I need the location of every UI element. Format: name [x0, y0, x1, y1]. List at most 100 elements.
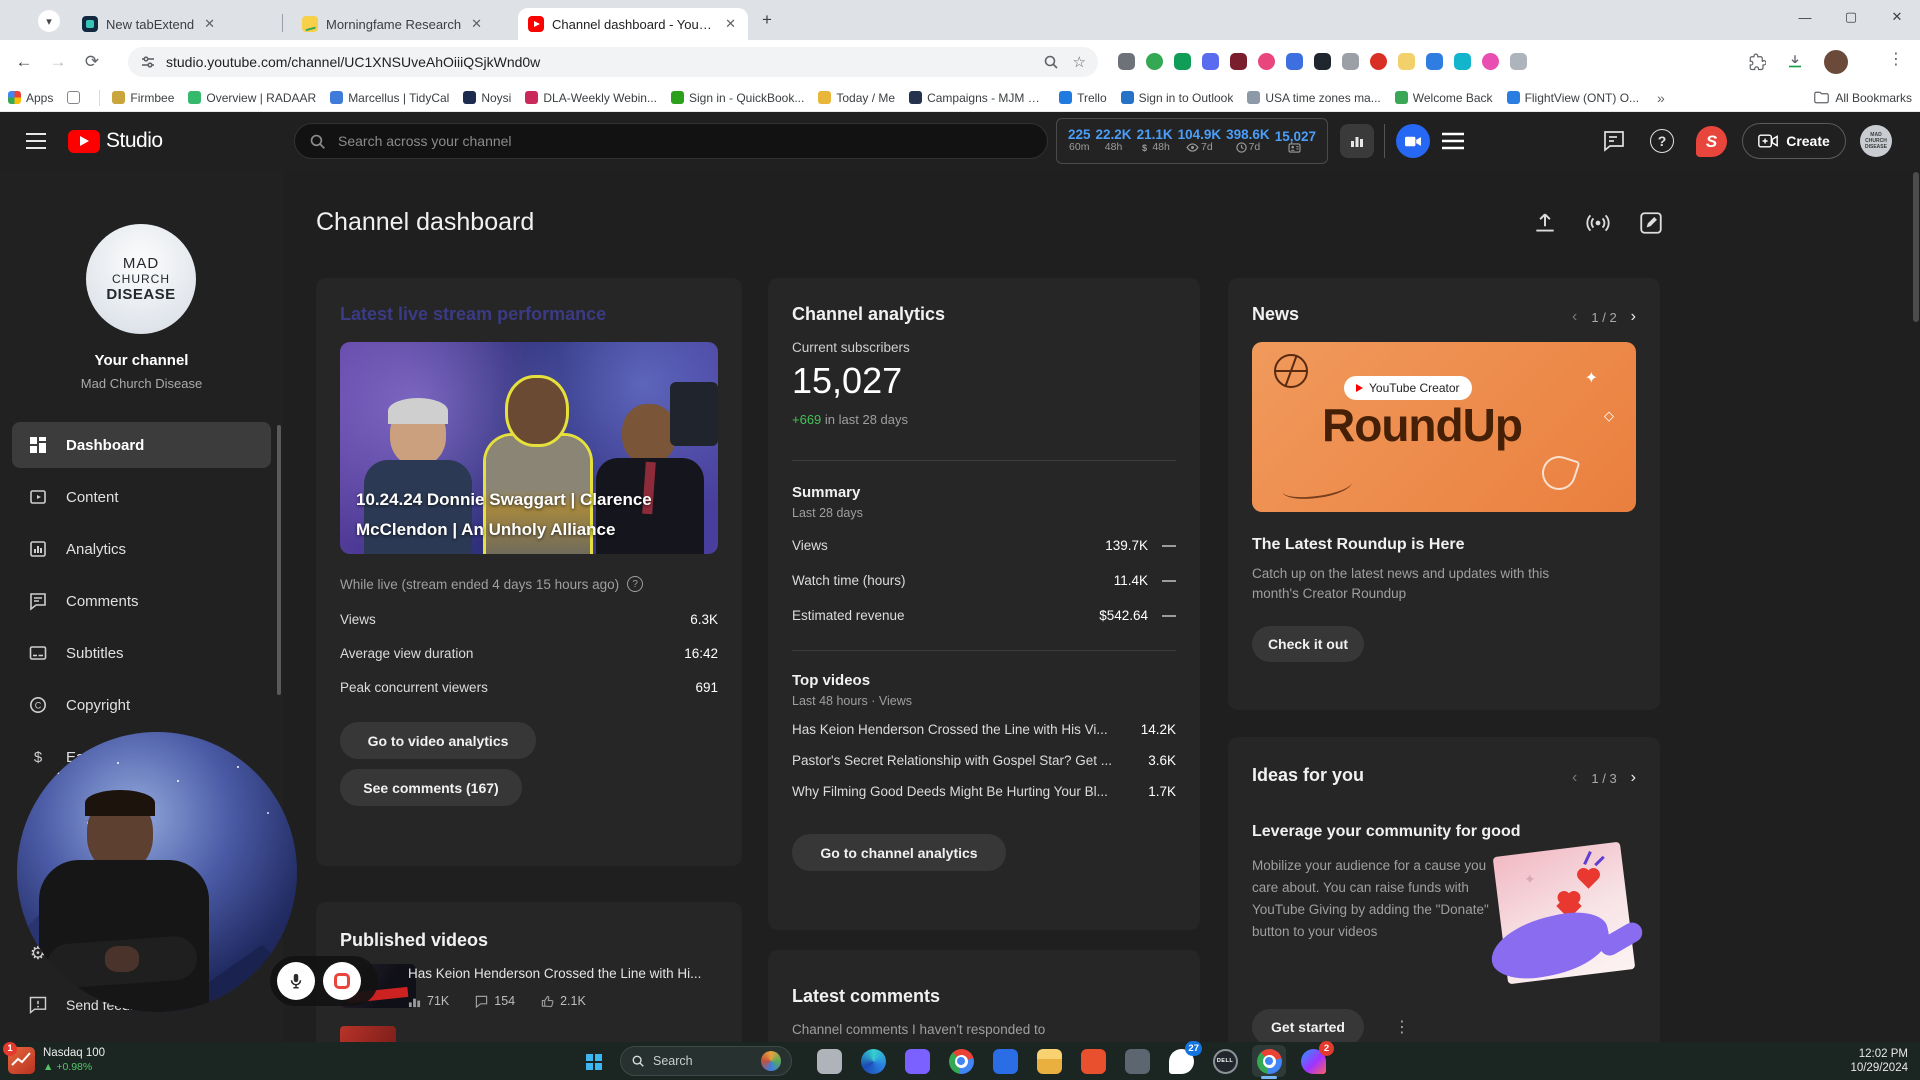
search-lens-icon[interactable]	[1043, 54, 1059, 70]
menu-hamburger-icon[interactable]	[26, 132, 46, 150]
bookmark-apps[interactable]: Apps	[8, 91, 53, 105]
extension-logo-button[interactable]	[1396, 124, 1430, 158]
tab-search-chevron-icon[interactable]: ▾	[38, 10, 60, 32]
back-button[interactable]: ←	[10, 48, 38, 76]
pager-prev-icon[interactable]: ‹	[1572, 769, 1577, 787]
help-icon[interactable]: ?	[1650, 129, 1674, 153]
sidebar-item-subtitles[interactable]: Subtitles	[12, 630, 271, 676]
channel-avatar[interactable]: MAD CHURCH DISEASE	[86, 224, 196, 334]
taskbar-app-app-orange[interactable]	[1076, 1045, 1110, 1077]
bookmark-item[interactable]: Sign in to Outlook	[1121, 91, 1234, 105]
taskbar-app-task-view[interactable]	[812, 1045, 846, 1077]
help-circle-icon[interactable]: ?	[627, 576, 643, 592]
see-comments-button[interactable]: See comments (167)	[340, 769, 522, 806]
window-close-button[interactable]: ✕	[1874, 0, 1920, 34]
tab-new-tabextend[interactable]: New tabExtend ✕	[72, 8, 272, 40]
taskbar-app-dell[interactable]: DELL	[1208, 1045, 1242, 1077]
bookmark-star-icon[interactable]: ☆	[1073, 53, 1086, 71]
webcam-overlay[interactable]	[17, 732, 297, 1012]
stocks-widget[interactable]: 1 Nasdaq 100 ▲ +0.98%	[8, 1046, 105, 1074]
tab-morningfame[interactable]: Morningfame Research ✕	[292, 8, 507, 40]
bookmark-item[interactable]: DLA-Weekly Webin...	[525, 91, 657, 105]
site-settings-icon[interactable]	[140, 54, 156, 70]
extensions-puzzle-icon[interactable]	[1748, 53, 1766, 71]
extension-icon[interactable]	[1146, 53, 1163, 70]
extension-icon[interactable]	[1118, 53, 1135, 70]
reload-button[interactable]: ⟳	[78, 48, 106, 76]
edit-pencil-icon[interactable]	[1638, 210, 1664, 236]
extension-icon[interactable]	[1454, 53, 1471, 70]
get-started-button[interactable]: Get started	[1252, 1009, 1364, 1042]
window-minimize-button[interactable]: —	[1782, 0, 1828, 34]
go-live-icon[interactable]	[1585, 210, 1611, 236]
extension-icon[interactable]	[1482, 53, 1499, 70]
new-tab-button[interactable]: +	[762, 10, 772, 30]
sidebar-item-comments[interactable]: Comments	[12, 578, 271, 624]
extension-icon[interactable]	[1230, 53, 1247, 70]
bookmark-item[interactable]: Noysi	[463, 91, 511, 105]
all-bookmarks[interactable]: All Bookmarks	[1814, 91, 1912, 105]
taskbar-app-chrome-active[interactable]	[1252, 1045, 1286, 1077]
create-button[interactable]: Create	[1742, 123, 1846, 159]
bookmarks-overflow-chevron[interactable]: »	[1657, 90, 1665, 106]
channel-search-bar[interactable]	[294, 123, 1048, 159]
extension-icon[interactable]	[1174, 53, 1191, 70]
ideas-kebab-icon[interactable]: ⋮	[1394, 1017, 1410, 1037]
extension-icon[interactable]	[1286, 53, 1303, 70]
check-it-out-button[interactable]: Check it out	[1252, 626, 1364, 662]
extension-icon[interactable]	[1370, 53, 1387, 70]
send-feedback-icon[interactable]	[1602, 129, 1626, 153]
tab-close-icon[interactable]: ✕	[469, 16, 484, 32]
taskbar-app-file-explorer[interactable]	[1032, 1045, 1066, 1077]
taskbar-clock[interactable]: 12:02 PM 10/29/2024	[1850, 1047, 1908, 1075]
extension-icon[interactable]	[1258, 53, 1275, 70]
taskbar-app-chrome[interactable]	[944, 1045, 978, 1077]
taskbar-app-app-slate[interactable]	[1120, 1045, 1154, 1077]
news-banner[interactable]: YouTube Creator RoundUp ✦ ◇	[1252, 342, 1636, 512]
go-to-video-analytics-button[interactable]: Go to video analytics	[340, 722, 536, 759]
window-maximize-button[interactable]: ▢	[1828, 0, 1874, 34]
extension-chart-button[interactable]	[1340, 124, 1374, 158]
bookmark-item[interactable]: FlightView (ONT) O...	[1507, 91, 1639, 105]
live-video-thumbnail[interactable]: 10.24.24 Donnie Swaggart | Clarence McCl…	[340, 342, 718, 554]
bookmark-item[interactable]: Trello	[1059, 91, 1107, 105]
extension-icon[interactable]	[1510, 53, 1527, 70]
pager-next-icon[interactable]: ›	[1631, 769, 1636, 787]
sidebar-item-copyright[interactable]: CCopyright	[12, 682, 271, 728]
browser-profile-avatar[interactable]	[1824, 50, 1848, 74]
page-scrollbar[interactable]	[1913, 172, 1919, 322]
pager-next-icon[interactable]: ›	[1631, 308, 1636, 326]
bookmark-item[interactable]: USA time zones ma...	[1247, 91, 1380, 105]
bookmark-item[interactable]: Sign in - QuickBook...	[671, 91, 804, 105]
taskbar-app-app-blue[interactable]	[988, 1045, 1022, 1077]
extension-icon[interactable]	[1342, 53, 1359, 70]
published-video-title[interactable]: Has Keion Henderson Crossed the Line wit…	[408, 966, 720, 981]
top-video-row[interactable]: Why Filming Good Deeds Might Be Hurting …	[792, 784, 1176, 799]
bookmark-item[interactable]: Marcellus | TidyCal	[330, 91, 449, 105]
extension-icon[interactable]	[1314, 53, 1331, 70]
taskbar-app-edge[interactable]	[856, 1045, 890, 1077]
microphone-button[interactable]	[277, 962, 315, 1000]
studio-logo[interactable]: Studio	[68, 129, 163, 153]
channel-search-input[interactable]	[336, 132, 976, 150]
taskbar-app-chat[interactable]: 27	[1164, 1045, 1198, 1077]
extension-menu-icon[interactable]	[1442, 132, 1464, 150]
bookmark-item[interactable]: Campaigns - MJM E...	[909, 91, 1045, 105]
sidebar-scrollbar[interactable]	[277, 425, 281, 695]
forward-button[interactable]: →	[44, 48, 72, 76]
taskbar-app-messenger[interactable]: 2	[1296, 1045, 1330, 1077]
sidebar-item-analytics[interactable]: Analytics	[12, 526, 271, 572]
address-bar[interactable]: studio.youtube.com/channel/UC1XNSUveAhOi…	[128, 47, 1098, 77]
browser-menu-kebab-icon[interactable]: ⋮	[1888, 49, 1904, 69]
tab-channel-dashboard[interactable]: Channel dashboard - YouTube St ✕	[518, 8, 748, 40]
extension-icon[interactable]	[1202, 53, 1219, 70]
taskbar-search[interactable]: Search	[620, 1046, 792, 1076]
extension-icon[interactable]	[1398, 53, 1415, 70]
top-video-row[interactable]: Pastor's Secret Relationship with Gospel…	[792, 753, 1176, 768]
account-avatar[interactable]: MADCHURCHDISEASE	[1860, 125, 1892, 157]
extension-icon[interactable]	[1426, 53, 1443, 70]
tab-close-icon[interactable]: ✕	[202, 16, 217, 32]
taskbar-app-app-purple[interactable]	[900, 1045, 934, 1077]
stop-recording-button[interactable]	[323, 962, 361, 1000]
downloads-icon[interactable]	[1786, 53, 1804, 71]
